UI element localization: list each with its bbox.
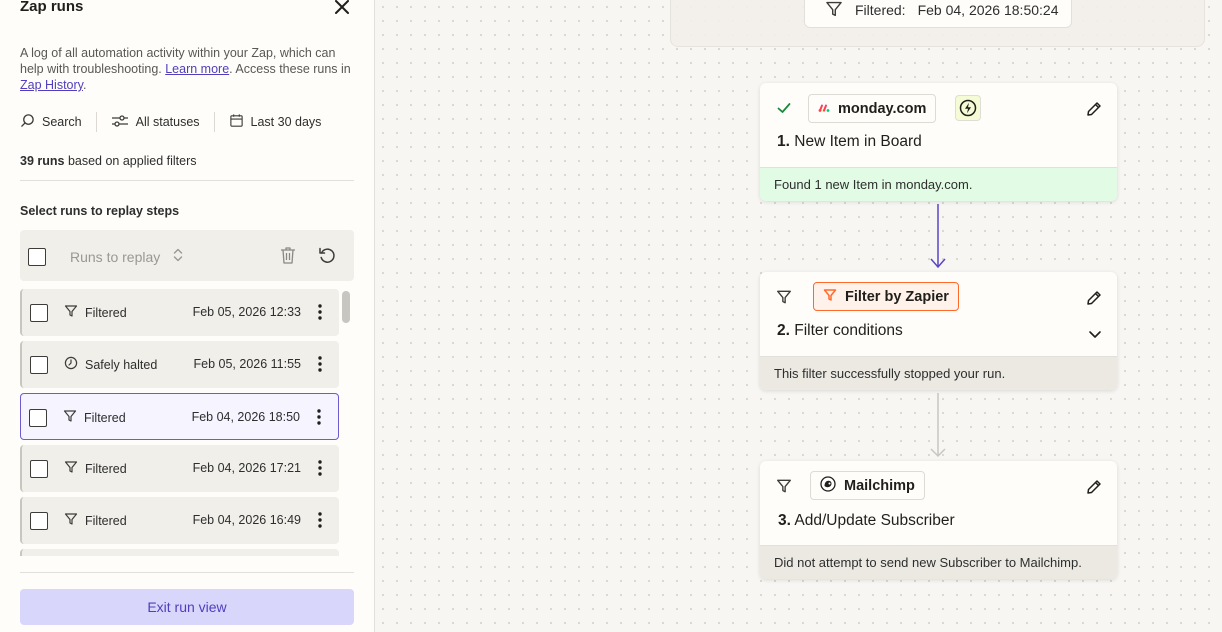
run-checkbox[interactable] [30, 356, 48, 374]
more-options-icon[interactable] [315, 303, 325, 321]
step-card-mailchimp[interactable]: Mailchimp 3. Add/Update Subscriber Did n… [760, 461, 1117, 579]
pencil-icon[interactable] [1085, 478, 1103, 501]
step-message: This filter successfully stopped your ru… [760, 356, 1117, 390]
filter-icon [776, 289, 792, 310]
date-filter[interactable]: Last 30 days [229, 110, 322, 134]
filter-icon [64, 460, 78, 477]
more-options-icon[interactable] [315, 355, 325, 373]
replay-toolbar: Runs to replay [20, 230, 354, 281]
panel-description: A log of all automation activity within … [20, 46, 351, 92]
step-title: 3. Add/Update Subscriber [778, 512, 955, 529]
run-status-label: Filtered [85, 305, 127, 320]
more-options-icon[interactable] [315, 511, 325, 529]
run-row[interactable] [20, 549, 339, 556]
run-date: Feb 04, 2026 18:50 [191, 410, 300, 424]
pencil-icon[interactable] [1085, 100, 1103, 123]
step-card-trigger[interactable]: monday.com 1. New Item in Board Found 1 … [760, 83, 1117, 201]
trigger-bolt-icon [955, 95, 981, 121]
halted-icon [64, 356, 78, 373]
step-message: Did not attempt to send new Subscriber t… [760, 545, 1117, 579]
refresh-icon[interactable] [317, 245, 337, 270]
app-chip-filter: Filter by Zapier [813, 282, 959, 311]
panel-title: Zap runs [20, 0, 84, 15]
run-date: Feb 05, 2026 12:33 [192, 305, 301, 319]
mailchimp-logo-icon [820, 475, 836, 496]
run-status-label: Filtered [85, 461, 127, 476]
date-filter-label: Last 30 days [250, 115, 322, 129]
zap-history-link[interactable]: Zap History [20, 78, 83, 92]
app-chip-monday: monday.com [808, 94, 937, 123]
filter-icon [64, 304, 78, 321]
run-row[interactable]: Filtered Feb 04, 2026 17:21 [20, 445, 339, 492]
divider [213, 112, 215, 132]
filtered-run-chip: Filtered: Feb 04, 2026 18:50:24 [804, 0, 1072, 28]
select-all-checkbox[interactable] [28, 248, 46, 266]
run-checkbox[interactable] [30, 304, 48, 322]
divider [20, 572, 354, 573]
run-row[interactable]: Filtered Feb 05, 2026 12:33 [20, 289, 339, 336]
pencil-icon[interactable] [1085, 289, 1103, 312]
select-runs-heading: Select runs to replay steps [20, 204, 180, 218]
step-title: 1. New Item in Board [777, 133, 922, 150]
run-status-label: Safely halted [85, 357, 158, 372]
monday-logo-icon [818, 101, 830, 117]
chevron-down-icon[interactable] [1088, 326, 1102, 344]
runs-to-replay-select[interactable]: Runs to replay [70, 247, 184, 266]
connector-arrow [930, 393, 946, 458]
filter-icon [776, 478, 792, 499]
zap-canvas[interactable]: Filtered: Feb 04, 2026 18:50:24 monday.c… [376, 0, 1222, 632]
run-list-scrollbar[interactable] [342, 291, 350, 323]
check-icon [776, 100, 792, 121]
run-row-selected[interactable]: Filtered Feb 04, 2026 18:50 [20, 393, 339, 440]
more-options-icon[interactable] [315, 459, 325, 477]
sort-icon [172, 247, 184, 266]
trash-icon[interactable] [278, 245, 298, 270]
run-status-label: Filtered [84, 410, 126, 425]
connector-arrow [930, 204, 946, 269]
divider [20, 180, 354, 181]
filter-icon [825, 0, 843, 21]
sliders-icon [111, 113, 129, 132]
run-list: Filtered Feb 05, 2026 12:33 Safely halte… [20, 289, 354, 556]
run-date: Feb 04, 2026 16:49 [192, 513, 301, 527]
filter-by-zapier-icon [823, 288, 837, 306]
run-checkbox[interactable] [30, 512, 48, 530]
run-date: Feb 05, 2026 11:55 [193, 357, 302, 371]
divider [95, 112, 97, 132]
filter-icon [64, 512, 78, 529]
step-title: 2. Filter conditions [777, 322, 903, 339]
exit-run-view-button[interactable]: Exit run view [20, 589, 354, 625]
runs-count: 39 runs based on applied filters [20, 154, 197, 168]
search-button[interactable]: Search [20, 110, 82, 134]
learn-more-link[interactable]: Learn more [165, 62, 229, 76]
calendar-icon [229, 113, 244, 131]
app-chip-mailchimp: Mailchimp [810, 471, 925, 500]
more-options-icon[interactable] [314, 408, 324, 426]
step-message: Found 1 new Item in monday.com. [760, 167, 1117, 201]
filtered-date: Feb 04, 2026 18:50:24 [917, 2, 1059, 18]
search-icon [20, 113, 35, 131]
run-status-label: Filtered [85, 513, 127, 528]
status-filter[interactable]: All statuses [111, 110, 200, 134]
filter-icon [63, 409, 77, 426]
filter-bar: Search All statuses Last 30 days [20, 110, 356, 134]
step-card-filter[interactable]: Filter by Zapier 2. Filter conditions Th… [760, 272, 1117, 390]
zap-runs-panel: Zap runs A log of all automation activit… [0, 0, 375, 632]
search-label: Search [42, 115, 82, 129]
close-icon[interactable] [332, 0, 352, 17]
status-filter-label: All statuses [135, 115, 200, 129]
filtered-label: Filtered: [855, 2, 906, 18]
run-row[interactable]: Filtered Feb 04, 2026 16:49 [20, 497, 339, 544]
run-row[interactable]: Safely halted Feb 05, 2026 11:55 [20, 341, 339, 388]
run-checkbox[interactable] [29, 409, 47, 427]
run-date: Feb 04, 2026 17:21 [192, 461, 301, 475]
run-checkbox[interactable] [30, 460, 48, 478]
